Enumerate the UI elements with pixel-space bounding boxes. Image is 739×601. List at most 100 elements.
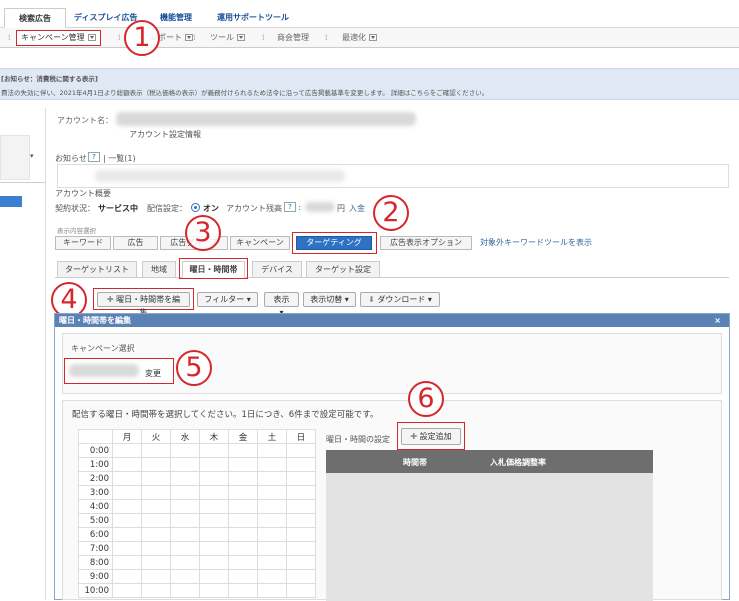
grid-cell[interactable] xyxy=(286,499,316,514)
grid-cell[interactable] xyxy=(257,513,287,528)
time-label[interactable]: 7:00 xyxy=(78,541,113,556)
grid-cell[interactable] xyxy=(257,583,287,598)
grid-cell[interactable] xyxy=(112,513,142,528)
grid-cell[interactable] xyxy=(141,443,171,458)
grid-cell[interactable] xyxy=(228,555,258,570)
schedule-grid[interactable]: 月 火 水 木 金 土 日 0:00 1:00 2:00 3:00 4:00 5… xyxy=(78,429,316,598)
grid-cell[interactable] xyxy=(257,499,287,514)
grid-cell[interactable] xyxy=(199,541,229,556)
deposit-link[interactable]: 入金 xyxy=(349,203,365,214)
grid-cell[interactable] xyxy=(286,555,316,570)
grid-cell[interactable] xyxy=(112,443,142,458)
grid-cell[interactable] xyxy=(112,583,142,598)
tab-region[interactable]: 地域 xyxy=(142,261,176,278)
grid-cell[interactable] xyxy=(257,485,287,500)
grid-cell[interactable] xyxy=(286,457,316,472)
help-icon[interactable]: ? xyxy=(284,202,296,212)
grid-cell[interactable] xyxy=(170,485,200,500)
grid-cell[interactable] xyxy=(141,485,171,500)
grid-cell[interactable] xyxy=(112,457,142,472)
time-label[interactable]: 3:00 xyxy=(78,485,113,500)
time-label[interactable]: 5:00 xyxy=(78,513,113,528)
chevron-down-icon[interactable]: ▾ xyxy=(30,152,34,160)
grid-cell[interactable] xyxy=(170,569,200,584)
campaign-management-menu[interactable]: キャンペーン管理 xyxy=(16,30,101,46)
tab-search-ads[interactable]: 検索広告 xyxy=(4,8,66,28)
view-keyword-button[interactable]: キーワード xyxy=(55,236,111,250)
grid-cell[interactable] xyxy=(286,485,316,500)
grid-cell[interactable] xyxy=(112,471,142,486)
grid-cell[interactable] xyxy=(228,499,258,514)
grid-cell[interactable] xyxy=(141,499,171,514)
grid-cell[interactable] xyxy=(112,569,142,584)
grid-cell[interactable] xyxy=(141,527,171,542)
grid-cell[interactable] xyxy=(257,471,287,486)
grid-cell[interactable] xyxy=(257,457,287,472)
grid-cell[interactable] xyxy=(257,443,287,458)
grid-cell[interactable] xyxy=(112,485,142,500)
grid-cell[interactable] xyxy=(199,471,229,486)
tab-device[interactable]: デバイス xyxy=(252,261,302,278)
grid-cell[interactable] xyxy=(199,443,229,458)
sidebar-select[interactable] xyxy=(0,135,30,180)
view-targeting-button[interactable]: ターゲティング xyxy=(296,236,372,250)
help-icon[interactable]: ? xyxy=(88,152,100,162)
grid-cell[interactable] xyxy=(228,527,258,542)
grid-cell[interactable] xyxy=(257,555,287,570)
tab-day-time[interactable]: 曜日・時間帯 xyxy=(182,261,245,278)
grid-cell[interactable] xyxy=(112,555,142,570)
grid-cell[interactable] xyxy=(286,541,316,556)
time-label[interactable]: 9:00 xyxy=(78,569,113,584)
grid-cell[interactable] xyxy=(141,541,171,556)
grid-cell[interactable] xyxy=(170,471,200,486)
add-setting-button[interactable]: ✚ 設定追加 xyxy=(401,428,461,445)
grid-cell[interactable] xyxy=(170,541,200,556)
grid-cell[interactable] xyxy=(199,513,229,528)
time-label[interactable]: 10:00 xyxy=(78,583,113,598)
filter-button[interactable]: フィルター ▾ xyxy=(197,292,258,307)
time-label[interactable]: 6:00 xyxy=(78,527,113,542)
grid-cell[interactable] xyxy=(257,569,287,584)
grid-cell[interactable] xyxy=(228,457,258,472)
grid-cell[interactable] xyxy=(228,471,258,486)
grid-cell[interactable] xyxy=(228,583,258,598)
grid-cell[interactable] xyxy=(199,485,229,500)
grid-cell[interactable] xyxy=(141,583,171,598)
day-header[interactable]: 月 xyxy=(112,429,142,444)
grid-cell[interactable] xyxy=(141,569,171,584)
news-list-link[interactable]: | 一覧(1) xyxy=(103,153,136,164)
day-header[interactable]: 日 xyxy=(286,429,316,444)
grid-cell[interactable] xyxy=(199,457,229,472)
time-label[interactable]: 0:00 xyxy=(78,443,113,458)
time-label[interactable]: 1:00 xyxy=(78,457,113,472)
account-settings-link[interactable]: アカウント設定情報 xyxy=(129,129,201,140)
grid-cell[interactable] xyxy=(141,513,171,528)
grid-cell[interactable] xyxy=(199,569,229,584)
grid-cell[interactable] xyxy=(286,583,316,598)
grid-cell[interactable] xyxy=(170,443,200,458)
time-label[interactable]: 8:00 xyxy=(78,555,113,570)
grid-cell[interactable] xyxy=(170,457,200,472)
sidebar-item-selected[interactable] xyxy=(0,196,22,207)
grid-cell[interactable] xyxy=(286,569,316,584)
grid-cell[interactable] xyxy=(170,527,200,542)
grid-cell[interactable] xyxy=(199,527,229,542)
day-header[interactable]: 金 xyxy=(228,429,258,444)
grid-cell[interactable] xyxy=(170,499,200,514)
grid-cell[interactable] xyxy=(228,485,258,500)
close-icon[interactable]: × xyxy=(714,314,721,327)
tools-menu[interactable]: ツール xyxy=(210,31,245,45)
time-label[interactable]: 2:00 xyxy=(78,471,113,486)
grid-cell[interactable] xyxy=(257,541,287,556)
grid-cell[interactable] xyxy=(170,583,200,598)
excluded-keyword-tool-link[interactable]: 対象外キーワードツールを表示 xyxy=(480,237,592,248)
display-button[interactable]: 表示 ▾ xyxy=(264,292,299,317)
grid-cell[interactable] xyxy=(112,527,142,542)
grid-cell[interactable] xyxy=(228,569,258,584)
view-ad-button[interactable]: 広告 xyxy=(113,236,158,250)
view-campaign-button[interactable]: キャンペーン xyxy=(230,236,290,250)
tab-operation-support[interactable]: 運用サポートツール xyxy=(203,8,303,28)
grid-cell[interactable] xyxy=(257,527,287,542)
day-header[interactable]: 水 xyxy=(170,429,200,444)
tab-target-list[interactable]: ターゲットリスト xyxy=(57,261,137,278)
